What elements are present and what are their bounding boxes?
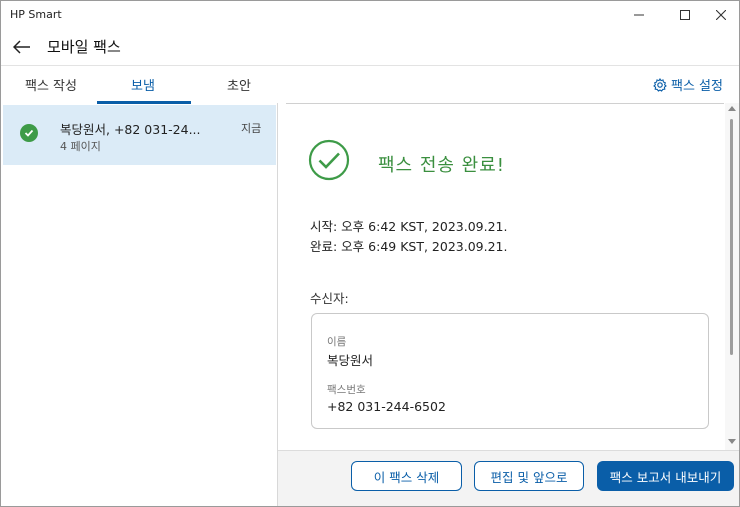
page-title: 모바일 팩스 [47,38,121,56]
fax-detail-pane: 팩스 전송 완료! 시작: 오후 6:42 KST, 2023.09.21. 완… [278,103,725,450]
close-icon [716,10,726,20]
minimize-button[interactable] [619,1,659,29]
tab-drafts[interactable]: 초안 [227,75,251,94]
end-time: 완료: 오후 6:49 KST, 2023.09.21. [310,239,508,254]
title-bar: HP Smart [1,1,739,29]
edit-resend-button[interactable]: 편집 및 앞으로 [474,461,584,491]
success-check-circle-icon [308,139,350,181]
name-label: 이름 [327,336,347,348]
maximize-button[interactable] [665,1,705,29]
recipient-name: 복당원서 [327,353,374,368]
page-header: 모바일 팩스 [1,29,739,65]
gear-icon [653,77,667,92]
recipient-heading: 수신자: [310,291,349,306]
scroll-down-icon[interactable] [728,439,736,444]
recipient-fax-number: +82 031-244-6502 [327,399,446,414]
app-window: HP Smart 모바일 팩스 팩스 작성 보냄 초안 팩스 설정 복당원서, … [0,0,740,507]
scrollbar-thumb[interactable] [730,119,733,355]
export-report-button[interactable]: 팩스 보고서 내보내기 [597,461,734,491]
status-title: 팩스 전송 완료! [378,155,506,176]
fax-recipient-summary: 복당원서, +82 031-24... [60,122,201,137]
back-arrow-icon [13,40,30,54]
start-time: 시작: 오후 6:42 KST, 2023.09.21. [310,219,508,234]
fax-settings-link[interactable]: 팩스 설정 [653,75,723,94]
fax-settings-label: 팩스 설정 [671,79,723,94]
tab-bar: 팩스 작성 보냄 초안 팩스 설정 [1,65,739,104]
fax-number-label: 팩스번호 [327,384,366,396]
scroll-up-icon[interactable] [728,106,736,111]
fax-time: 지금 [241,122,262,135]
action-bar: 이 팩스 삭제 편집 및 앞으로 팩스 보고서 내보내기 [278,450,739,506]
tab-sent[interactable]: 보냄 [131,75,155,94]
back-button[interactable] [9,34,35,60]
tab-compose[interactable]: 팩스 작성 [25,75,77,94]
list-item[interactable]: 복당원서, +82 031-24... 4 페이지 지금 [3,105,276,165]
delete-fax-button[interactable]: 이 팩스 삭제 [351,461,462,491]
app-title: HP Smart [10,8,62,21]
minimize-icon [634,14,644,16]
success-check-icon [20,124,38,142]
recipient-card: 이름 복당원서 팩스번호 +82 031-244-6502 [311,313,709,429]
fax-page-count: 4 페이지 [60,140,101,153]
maximize-icon [680,10,690,20]
sent-fax-list: 복당원서, +82 031-24... 4 페이지 지금 [1,103,278,506]
scrollbar[interactable] [725,103,739,450]
close-button[interactable] [701,1,739,29]
